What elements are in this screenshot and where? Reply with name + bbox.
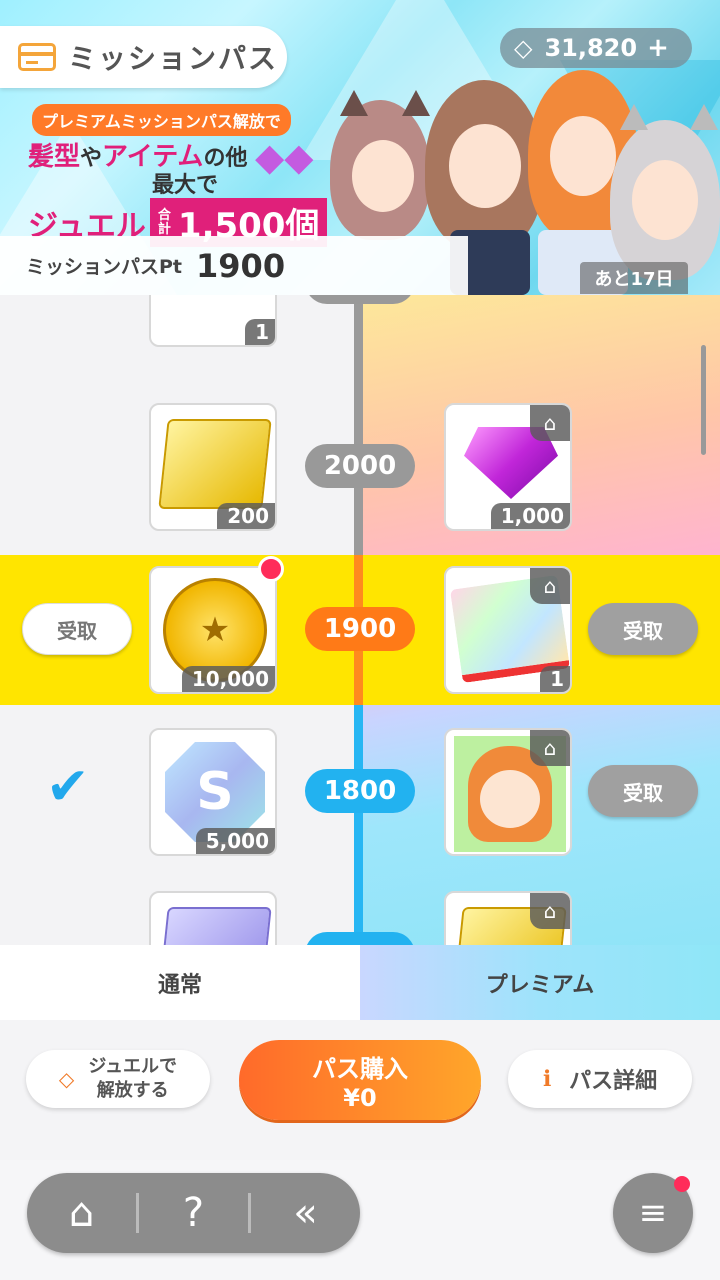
reward-row: ✔ S 5,000 1800 ⌂ 受取 xyxy=(0,717,720,867)
days-remaining: あと17日 xyxy=(580,262,688,294)
lock-icon: ⌂ xyxy=(530,405,570,441)
claimed-check-icon: ✔ xyxy=(46,757,90,817)
tab-premium[interactable]: プレミアム xyxy=(360,945,720,1020)
claim-premium-button[interactable]: 受取 xyxy=(588,765,698,817)
help-icon[interactable]: ? xyxy=(139,1173,248,1253)
page-title: ミッションパス xyxy=(68,42,279,75)
item-quantity: 200 xyxy=(217,503,275,529)
promo-total-label: 合計 xyxy=(157,207,171,237)
level-badge: 1800 xyxy=(305,769,415,813)
header-banner: ミッションパス ◇ 31,820 + プレミアムミッションパス解放で 髪型やアイ… xyxy=(0,0,720,295)
promo-item: アイテム xyxy=(102,142,204,172)
reward-row: 1 2100 xyxy=(0,295,720,358)
reward-row: ⌂ xyxy=(0,880,720,945)
pass-points-bar: ミッションパスPt 1900 xyxy=(0,236,468,295)
reward-item-free[interactable]: 200 xyxy=(149,403,277,531)
reward-item-premium[interactable]: ⌂ 1,000 xyxy=(444,403,572,531)
level-badge xyxy=(305,932,415,945)
promo-and: や xyxy=(80,146,103,171)
action-bar: ◇ ジュエルで 解放する パス購入 ¥0 ℹ パス詳細 xyxy=(0,1020,720,1160)
buy-pass-button[interactable]: パス購入 ¥0 xyxy=(239,1040,481,1120)
level-badge: 1900 xyxy=(305,607,415,651)
add-jewel-icon[interactable]: + xyxy=(647,33,669,63)
bottom-nav: ⌂ ? « xyxy=(27,1173,360,1253)
level-badge: 2100 xyxy=(305,295,415,304)
scrollbar[interactable] xyxy=(701,345,706,455)
reward-item-premium[interactable]: ⌂ xyxy=(444,891,572,945)
pass-details-label: パス詳細 xyxy=(569,1069,658,1094)
card-icon xyxy=(18,43,56,71)
unlock-with-jewel-button[interactable]: ◇ ジュエルで 解放する xyxy=(26,1050,210,1108)
back-icon[interactable]: « xyxy=(251,1173,360,1253)
home-icon[interactable]: ⌂ xyxy=(27,1173,136,1253)
diamond-icon: ◇ xyxy=(58,1067,75,1091)
diamond-icon: ◇ xyxy=(514,34,533,62)
pass-points-value: 1900 xyxy=(196,246,286,285)
tab-normal[interactable]: 通常 xyxy=(0,945,360,1020)
reward-list[interactable]: 1 2100 200 2000 ⌂ 1,000 受取 ★ 10,000 1900… xyxy=(0,295,720,945)
pass-points-label: ミッションパスPt xyxy=(26,256,183,278)
item-quantity: 5,000 xyxy=(195,828,275,854)
promo-other: の他 xyxy=(203,146,248,171)
jewel-count: 31,820 xyxy=(544,34,638,62)
lock-icon: ⌂ xyxy=(530,730,570,766)
reward-item-free[interactable]: S 5,000 xyxy=(149,728,277,856)
item-quantity: 1 xyxy=(245,319,275,345)
reward-item-free[interactable]: 1 xyxy=(149,295,277,347)
item-quantity: 10,000 xyxy=(181,666,275,692)
reward-item-free[interactable] xyxy=(149,891,277,945)
lock-icon: ⌂ xyxy=(530,893,570,929)
info-icon: ℹ xyxy=(542,1066,552,1092)
claim-premium-button[interactable]: 受取 xyxy=(588,603,698,655)
pass-details-button[interactable]: ℹ パス詳細 xyxy=(508,1050,692,1108)
unlock-label: ジュエルで 解放する xyxy=(88,1055,177,1103)
unlock-label-line2: 解放する xyxy=(96,1080,169,1101)
s-badge-icon: S xyxy=(165,742,265,842)
promo-hairstyle: 髪型 xyxy=(28,142,81,172)
reward-item-premium[interactable]: ⌂ xyxy=(444,728,572,856)
buy-pass-label: パス購入 xyxy=(312,1054,408,1083)
notification-dot xyxy=(674,1176,690,1192)
reward-item-premium[interactable]: ⌂ 1 xyxy=(444,566,572,694)
unlock-label-line1: ジュエルで xyxy=(88,1056,178,1077)
jewel-balance[interactable]: ◇ 31,820 + xyxy=(500,28,692,68)
item-quantity: 1 xyxy=(540,666,570,692)
claim-free-button[interactable]: 受取 xyxy=(22,603,132,655)
gem-icon: ◆◆ xyxy=(255,135,314,179)
item-quantity: 1,000 xyxy=(490,503,570,529)
reward-row: 200 2000 ⌂ 1,000 xyxy=(0,392,720,542)
notification-dot xyxy=(258,556,284,582)
title-pill: ミッションパス xyxy=(0,26,287,88)
level-badge: 2000 xyxy=(305,444,415,488)
buy-pass-price: ¥0 xyxy=(343,1083,377,1112)
reward-row-current: 受取 ★ 10,000 1900 ⌂ 1 受取 xyxy=(0,555,720,705)
notebook-icon xyxy=(158,907,272,945)
reward-item-free[interactable]: ★ 10,000 xyxy=(149,566,277,694)
lock-icon: ⌂ xyxy=(530,568,570,604)
promo-tag: プレミアムミッションパス解放で xyxy=(32,104,291,136)
notebook-icon xyxy=(158,419,272,509)
pass-tabs: 通常 プレミアム xyxy=(0,945,720,1020)
